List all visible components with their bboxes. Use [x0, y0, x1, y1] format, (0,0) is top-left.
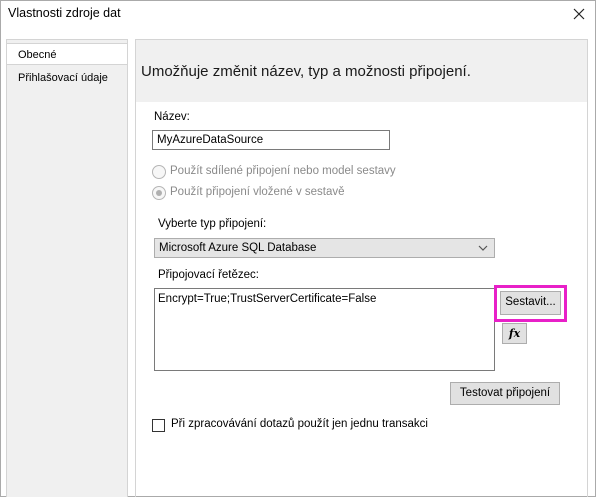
radio-shared-connection-label: Použít sdílené připojení nebo model sest…: [170, 165, 396, 177]
radio-shared-connection[interactable]: [152, 165, 166, 179]
data-source-properties-dialog: Vlastnosti zdroje dat Obecné Přihlašovac…: [0, 0, 596, 497]
chevron-down-icon: [478, 245, 488, 251]
single-transaction-checkbox[interactable]: [152, 419, 165, 432]
close-icon: [573, 8, 585, 20]
build-button[interactable]: Sestavit...: [500, 291, 561, 315]
connection-type-label: Vyberte typ připojení:: [158, 218, 267, 230]
test-connection-button[interactable]: Testovat připojení: [450, 382, 560, 405]
connection-string-input[interactable]: Encrypt=True;TrustServerCertificate=Fals…: [154, 288, 495, 371]
connection-type-value: Microsoft Azure SQL Database: [159, 242, 317, 254]
radio-selected-dot: [156, 190, 162, 196]
single-transaction-label: Při zpracovávání dotazů použít jen jednu…: [171, 418, 428, 430]
radio-embedded-connection[interactable]: [152, 186, 166, 200]
name-label: Název:: [154, 111, 190, 123]
expression-fx-button[interactable]: fx: [502, 323, 527, 344]
name-input[interactable]: MyAzureDataSource: [152, 130, 390, 150]
sidebar: Obecné Přihlašovací údaje: [6, 39, 128, 497]
close-button[interactable]: [569, 4, 589, 24]
sidebar-item-general[interactable]: Obecné: [7, 43, 127, 65]
connection-type-select[interactable]: Microsoft Azure SQL Database: [154, 238, 495, 258]
fx-icon: fx: [508, 327, 521, 340]
general-panel: Umožňuje změnit název, typ a možnosti př…: [135, 39, 588, 497]
title-bar: Vlastnosti zdroje dat: [1, 1, 595, 28]
radio-embedded-connection-label: Použít připojení vložené v sestavě: [170, 186, 345, 198]
sidebar-item-credentials[interactable]: Přihlašovací údaje: [7, 67, 127, 89]
connection-string-label: Připojovací řetězec:: [158, 269, 259, 281]
panel-header: Umožňuje změnit název, typ a možnosti př…: [136, 40, 587, 102]
panel-description: Umožňuje změnit název, typ a možnosti př…: [141, 63, 471, 80]
dialog-title: Vlastnosti zdroje dat: [8, 6, 121, 20]
